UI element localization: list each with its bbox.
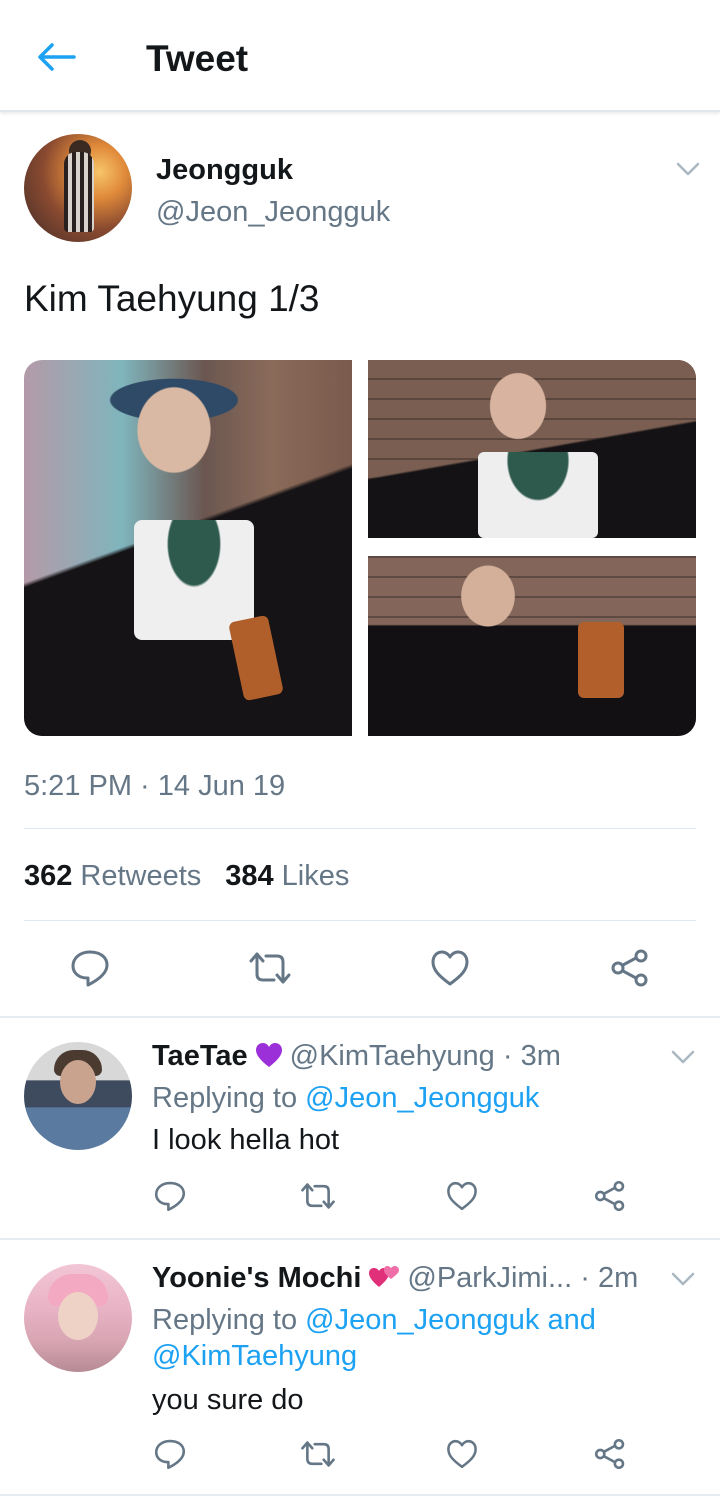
retweet-icon xyxy=(301,1183,335,1209)
reply-avatar[interactable] xyxy=(24,1042,132,1150)
replying-to-continued: @KimTaehyung xyxy=(152,1340,357,1373)
likes-stat[interactable]: 384 Likes xyxy=(225,860,349,893)
share-button[interactable] xyxy=(606,944,654,992)
mention-link[interactable]: @Jeon_Jeongguk xyxy=(305,1082,539,1114)
replying-to-label: Replying to xyxy=(152,1082,298,1114)
reply-actions xyxy=(0,1434,720,1484)
tweet-text: Kim Taehyung 1/3 xyxy=(24,278,320,319)
reply-actions xyxy=(0,1176,720,1226)
heart-icon xyxy=(447,1439,477,1469)
arrow-left-icon xyxy=(38,43,76,71)
reply-time: · 2m xyxy=(580,1262,639,1294)
mention-link[interactable]: @KimTaehyung xyxy=(152,1340,357,1372)
reply-item[interactable]: TaeTae @KimTaehyung · 3m Replying to @Jeo… xyxy=(0,1018,720,1238)
reply-author-handle[interactable]: @KimTaehyung xyxy=(290,1040,495,1072)
reply-button[interactable] xyxy=(150,1176,190,1216)
retweet-button[interactable] xyxy=(246,944,294,992)
reply-time: · 3m xyxy=(502,1040,561,1072)
retweets-count: 362 xyxy=(24,860,73,892)
author-avatar[interactable] xyxy=(24,134,132,242)
reply-button[interactable] xyxy=(150,1434,190,1474)
reply-icon xyxy=(154,1181,186,1212)
heart-icon xyxy=(447,1181,477,1211)
share-icon xyxy=(594,1438,625,1470)
reply-header: Yoonie's Mochi @ParkJimi... · 2m xyxy=(152,1262,638,1299)
back-button[interactable] xyxy=(30,36,82,78)
reply-icon xyxy=(71,950,109,987)
media-image-3[interactable] xyxy=(368,556,696,736)
replying-to: Replying to @Jeon_Jeongguk and xyxy=(152,1304,596,1337)
divider xyxy=(24,920,696,921)
mention-link[interactable]: @Jeon_Jeongguk xyxy=(305,1304,539,1336)
reply-text: I look hella hot xyxy=(152,1124,340,1156)
heart-icon xyxy=(431,950,469,986)
divider xyxy=(24,828,696,829)
replying-to: Replying to @Jeon_Jeongguk xyxy=(152,1082,539,1115)
like-button[interactable] xyxy=(426,944,474,992)
likes-count: 384 xyxy=(225,860,274,892)
tweet-timestamp: 5:21 PM · 14 Jun 19 xyxy=(24,770,286,802)
media-image-2[interactable] xyxy=(368,360,696,538)
tweet-stats: 362 Retweets 384 Likes xyxy=(24,860,349,893)
reply-text: you sure do xyxy=(152,1384,304,1416)
two-hearts-icon xyxy=(367,1263,401,1299)
reply-menu-button[interactable] xyxy=(668,1268,698,1290)
reply-author-name[interactable]: Yoonie's Mochi xyxy=(152,1262,361,1294)
tweet-menu-button[interactable] xyxy=(673,158,703,180)
likes-label: Likes xyxy=(281,860,350,892)
share-button[interactable] xyxy=(590,1176,630,1216)
reply-author-handle[interactable]: @ParkJimi... xyxy=(407,1262,572,1294)
replying-to-label: Replying to xyxy=(152,1304,298,1336)
divider xyxy=(0,1494,720,1496)
retweet-icon xyxy=(249,952,291,984)
chevron-down-icon xyxy=(671,1050,695,1064)
retweet-button[interactable] xyxy=(298,1434,338,1474)
reply-button[interactable] xyxy=(66,944,114,992)
reply-author-name[interactable]: TaeTae xyxy=(152,1040,248,1072)
reply-avatar[interactable] xyxy=(24,1264,132,1372)
author-handle[interactable]: @Jeon_Jeongguk xyxy=(156,196,390,229)
share-icon xyxy=(594,1180,625,1212)
retweets-stat[interactable]: 362 Retweets xyxy=(24,860,201,893)
chevron-down-icon xyxy=(676,162,700,176)
tweet-actions xyxy=(0,944,720,1024)
reply-header: TaeTae @KimTaehyung · 3m xyxy=(152,1040,561,1077)
reply-icon xyxy=(154,1439,186,1470)
retweets-label: Retweets xyxy=(80,860,202,892)
chevron-down-icon xyxy=(671,1272,695,1286)
like-button[interactable] xyxy=(442,1434,482,1474)
retweet-button[interactable] xyxy=(298,1176,338,1216)
reply-item[interactable]: Yoonie's Mochi @ParkJimi... · 2m Replying… xyxy=(0,1240,720,1494)
share-button[interactable] xyxy=(590,1434,630,1474)
retweet-icon xyxy=(301,1441,335,1467)
page-title: Tweet xyxy=(146,38,249,79)
app-header: Tweet xyxy=(0,0,720,112)
author-name[interactable]: Jeongguk xyxy=(156,154,293,187)
reply-menu-button[interactable] xyxy=(668,1046,698,1068)
purple-heart-icon xyxy=(254,1041,284,1077)
media-grid xyxy=(24,360,696,736)
media-image-1[interactable] xyxy=(24,360,352,736)
replying-joiner: and xyxy=(547,1304,596,1336)
like-button[interactable] xyxy=(442,1176,482,1216)
share-icon xyxy=(611,949,648,987)
